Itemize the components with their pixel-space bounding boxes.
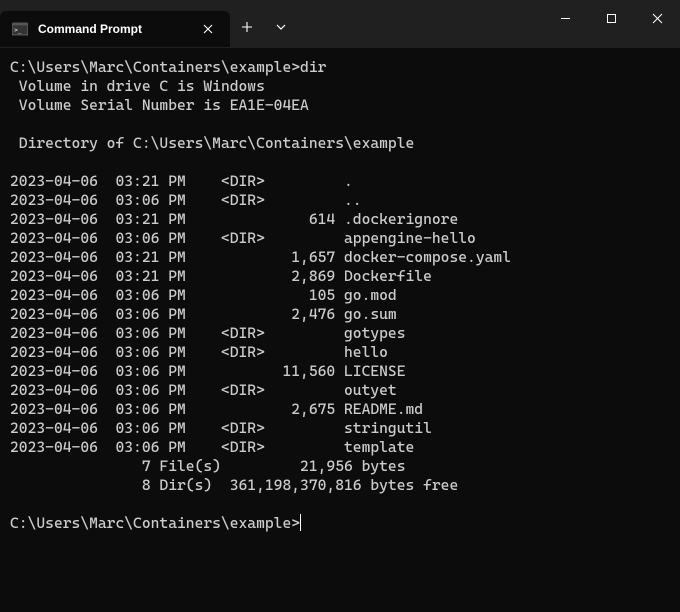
titlebar: >_ Command Prompt [0,0,680,48]
volume-line: Volume in drive C is Windows [10,77,265,95]
tab-close-button[interactable] [198,19,218,39]
maximize-button[interactable] [588,0,634,36]
summary-files: 7 File(s) 21,956 bytes [10,457,406,475]
tabs-area: >_ Command Prompt [0,0,298,48]
prompt-line: C:\Users\Marc\Containers\example>dir [10,58,326,76]
cmd-icon: >_ [12,21,28,37]
tab-title: Command Prompt [38,22,188,36]
cursor [300,514,301,531]
terminal-output[interactable]: C:\Users\Marc\Containers\example>dir Vol… [0,48,680,612]
svg-text:>_: >_ [14,27,22,34]
new-tab-button[interactable] [230,9,264,45]
tab-actions [230,3,298,51]
summary-dirs: 8 Dir(s) 361,198,370,816 bytes free [10,476,458,494]
prompt-line: C:\Users\Marc\Containers\example> [10,514,300,532]
minimize-button[interactable] [542,0,588,36]
serial-line: Volume Serial Number is EA1E-04EA [10,96,309,114]
dir-listing: 2023-04-06 03:21 PM <DIR> . 2023-04-06 0… [10,172,511,456]
directory-of-line: Directory of C:\Users\Marc\Containers\ex… [10,134,414,152]
tab-command-prompt[interactable]: >_ Command Prompt [0,11,230,47]
close-button[interactable] [634,0,680,36]
tab-dropdown-button[interactable] [264,9,298,45]
window-controls [542,0,680,36]
